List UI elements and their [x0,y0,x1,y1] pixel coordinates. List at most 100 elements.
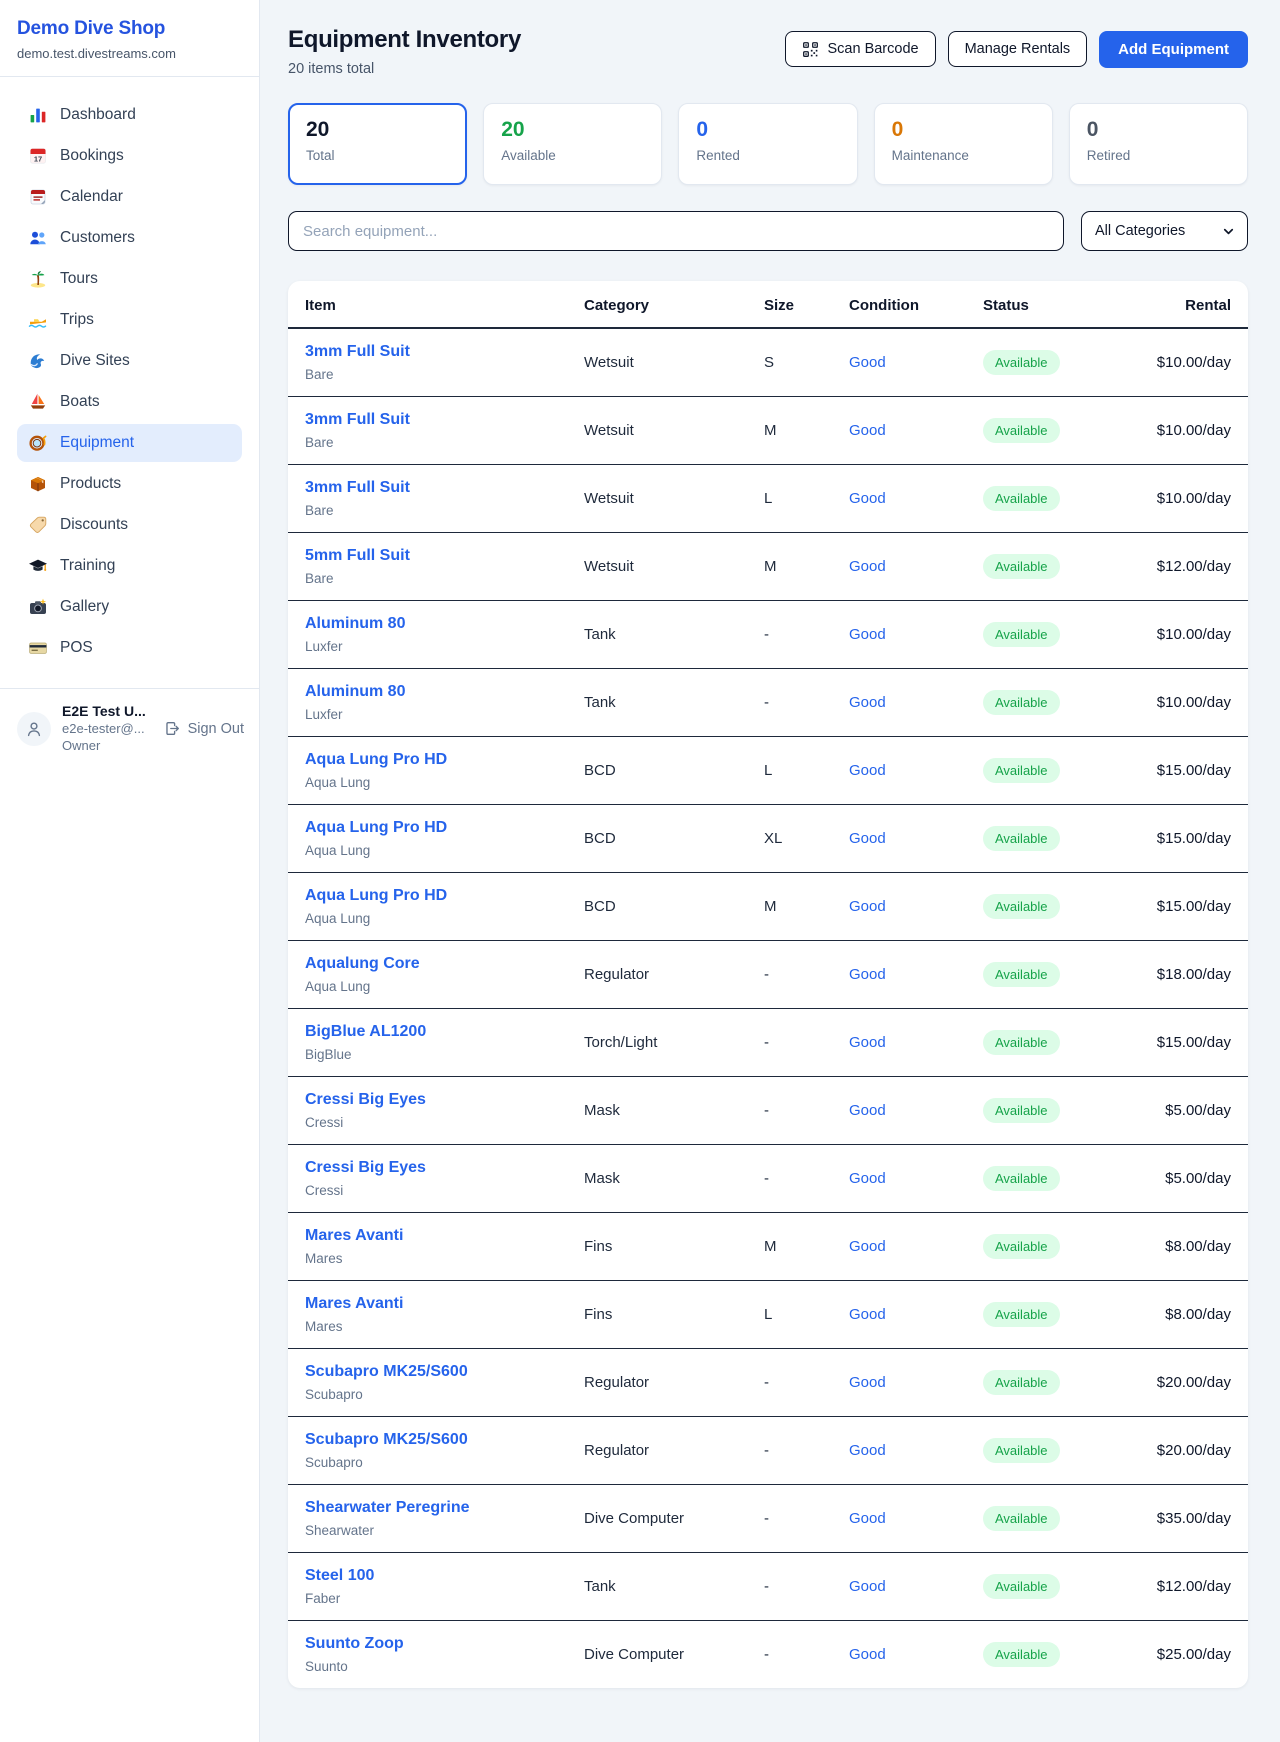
table-row[interactable]: Steel 100 Faber Tank - Good Available $1… [288,1552,1248,1620]
table-row[interactable]: Aluminum 80 Luxfer Tank - Good Available… [288,668,1248,736]
item-condition-link[interactable]: Good [849,736,983,804]
sidebar-item-trips[interactable]: Trips [17,301,242,339]
item-name-link[interactable]: Cressi Big Eyes [305,1159,584,1177]
item-name-link[interactable]: Mares Avanti [305,1227,584,1245]
item-name-link[interactable]: Mares Avanti [305,1295,584,1313]
item-condition-link[interactable]: Good [849,464,983,532]
table-row[interactable]: Aqua Lung Pro HD Aqua Lung BCD L Good Av… [288,736,1248,804]
item-name-link[interactable]: Aqua Lung Pro HD [305,751,584,769]
item-condition-link[interactable]: Good [849,1484,983,1552]
item-rental-price: $10.00/day [1149,396,1248,464]
sidebar-nav: Dashboard 17 Bookings Calendar Customers… [0,77,259,688]
stat-card-total[interactable]: 20 Total [288,103,467,185]
item-condition-link[interactable]: Good [849,396,983,464]
table-row[interactable]: Mares Avanti Mares Fins M Good Available… [288,1212,1248,1280]
item-rental-price: $12.00/day [1149,532,1248,600]
item-condition-link[interactable]: Good [849,1008,983,1076]
item-condition-link[interactable]: Good [849,1416,983,1484]
shop-title[interactable]: Demo Dive Shop [17,18,242,40]
table-row[interactable]: Aqua Lung Pro HD Aqua Lung BCD XL Good A… [288,804,1248,872]
item-condition-link[interactable]: Good [849,1076,983,1144]
item-name-link[interactable]: 3mm Full Suit [305,479,584,497]
item-condition-link[interactable]: Good [849,940,983,1008]
item-condition-link[interactable]: Good [849,1620,983,1688]
sign-out-button[interactable]: Sign Out [164,720,244,737]
sidebar-item-discounts[interactable]: Discounts [17,506,242,544]
table-row[interactable]: Aqualung Core Aqua Lung Regulator - Good… [288,940,1248,1008]
item-condition-link[interactable]: Good [849,1212,983,1280]
table-row[interactable]: Scubapro MK25/S600 Scubapro Regulator - … [288,1348,1248,1416]
sidebar-item-customers[interactable]: Customers [17,219,242,257]
table-row[interactable]: 3mm Full Suit Bare Wetsuit L Good Availa… [288,464,1248,532]
column-header-size: Size [764,281,849,328]
item-name-link[interactable]: Aqualung Core [305,955,584,973]
table-row[interactable]: 3mm Full Suit Bare Wetsuit S Good Availa… [288,328,1248,396]
stat-card-maintenance[interactable]: 0 Maintenance [874,103,1053,185]
stat-card-retired[interactable]: 0 Retired [1069,103,1248,185]
item-name-link[interactable]: Shearwater Peregrine [305,1499,584,1517]
sidebar-item-label: Discounts [60,516,128,534]
item-name-link[interactable]: 3mm Full Suit [305,411,584,429]
item-condition-link[interactable]: Good [849,1348,983,1416]
item-name-link[interactable]: BigBlue AL1200 [305,1023,584,1041]
stat-card-rented[interactable]: 0 Rented [678,103,857,185]
sidebar-item-gallery[interactable]: Gallery [17,588,242,626]
sidebar-item-calendar[interactable]: Calendar [17,178,242,216]
table-row[interactable]: Suunto Zoop Suunto Dive Computer - Good … [288,1620,1248,1688]
status-badge: Available [983,350,1060,375]
table-row[interactable]: 5mm Full Suit Bare Wetsuit M Good Availa… [288,532,1248,600]
sidebar-item-pos[interactable]: POS [17,629,242,667]
category-select[interactable]: All Categories [1081,211,1248,251]
table-row[interactable]: Cressi Big Eyes Cressi Mask - Good Avail… [288,1144,1248,1212]
sidebar-item-training[interactable]: Training [17,547,242,585]
sidebar-item-boats[interactable]: Boats [17,383,242,421]
sidebar-item-dashboard[interactable]: Dashboard [17,96,242,134]
item-name-link[interactable]: Suunto Zoop [305,1635,584,1653]
table-row[interactable]: Aluminum 80 Luxfer Tank - Good Available… [288,600,1248,668]
item-name-link[interactable]: Aluminum 80 [305,615,584,633]
page-title: Equipment Inventory [288,26,521,54]
item-condition-link[interactable]: Good [849,804,983,872]
user-info: E2E Test U... e2e-tester@... Owner [62,703,146,755]
item-condition-link[interactable]: Good [849,600,983,668]
item-size: XL [764,804,849,872]
item-condition-link[interactable]: Good [849,668,983,736]
table-row[interactable]: 3mm Full Suit Bare Wetsuit M Good Availa… [288,396,1248,464]
item-brand: Mares [305,1251,584,1266]
item-name-link[interactable]: Steel 100 [305,1567,584,1585]
status-badge: Available [983,418,1060,443]
item-name-link[interactable]: Aluminum 80 [305,683,584,701]
add-equipment-button[interactable]: Add Equipment [1099,31,1248,68]
item-size: - [764,1484,849,1552]
sidebar-item-equipment[interactable]: Equipment [17,424,242,462]
table-row[interactable]: Shearwater Peregrine Shearwater Dive Com… [288,1484,1248,1552]
search-input[interactable] [288,211,1064,251]
item-condition-link[interactable]: Good [849,1280,983,1348]
item-name-link[interactable]: Aqua Lung Pro HD [305,887,584,905]
item-name-link[interactable]: Aqua Lung Pro HD [305,819,584,837]
item-condition-link[interactable]: Good [849,1552,983,1620]
item-name-link[interactable]: 5mm Full Suit [305,547,584,565]
item-name-link[interactable]: Cressi Big Eyes [305,1091,584,1109]
item-name-link[interactable]: Scubapro MK25/S600 [305,1431,584,1449]
manage-rentals-button[interactable]: Manage Rentals [948,31,1088,67]
sidebar-item-products[interactable]: Products [17,465,242,503]
item-condition-link[interactable]: Good [849,328,983,396]
item-condition-link[interactable]: Good [849,532,983,600]
table-row[interactable]: BigBlue AL1200 BigBlue Torch/Light - Goo… [288,1008,1248,1076]
stat-card-available[interactable]: 20 Available [483,103,662,185]
item-condition-link[interactable]: Good [849,872,983,940]
products-icon [28,474,48,494]
item-name-link[interactable]: Scubapro MK25/S600 [305,1363,584,1381]
tours-icon [28,269,48,289]
table-row[interactable]: Cressi Big Eyes Cressi Mask - Good Avail… [288,1076,1248,1144]
sidebar-item-tours[interactable]: Tours [17,260,242,298]
item-name-link[interactable]: 3mm Full Suit [305,343,584,361]
table-row[interactable]: Scubapro MK25/S600 Scubapro Regulator - … [288,1416,1248,1484]
sidebar-item-bookings[interactable]: 17 Bookings [17,137,242,175]
item-condition-link[interactable]: Good [849,1144,983,1212]
sidebar-item-dive-sites[interactable]: Dive Sites [17,342,242,380]
table-row[interactable]: Aqua Lung Pro HD Aqua Lung BCD M Good Av… [288,872,1248,940]
scan-barcode-button[interactable]: Scan Barcode [785,31,935,67]
table-row[interactable]: Mares Avanti Mares Fins L Good Available… [288,1280,1248,1348]
